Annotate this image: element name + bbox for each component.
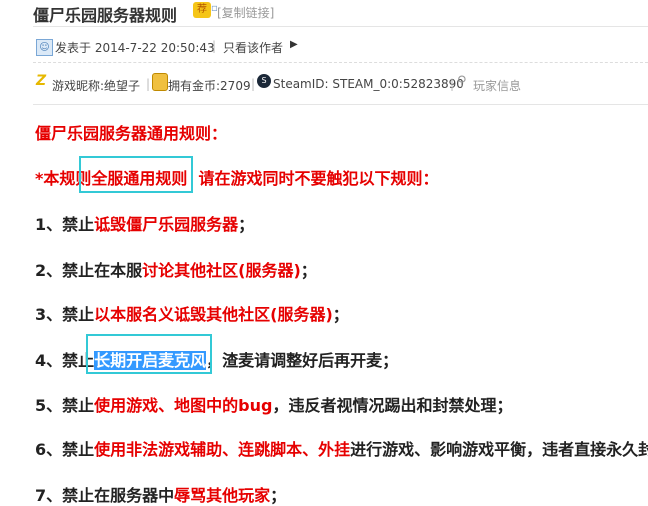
rule-keyword: 使用游戏、地图中的bug [94,396,273,415]
profile-separator: | [450,77,455,91]
rule-keyword: 以本服名义诋毁其他社区(服务器) [94,305,333,324]
rule-number: 3、禁止 [35,305,95,324]
rule-tail: ； [332,305,349,324]
meta-divider [33,62,648,63]
rule-number: 6、禁止 [35,440,95,459]
profile-separator: | [146,77,151,91]
coin-stack-icon [152,73,168,91]
title-divider [33,26,648,27]
search-icon: ⚲ [457,74,467,89]
rule-number: 1、禁止 [35,215,95,234]
rule-item: 2、禁止在本服讨论其他社区(服务器)； [35,257,317,281]
highlight-box [86,334,212,374]
intro-prefix: *本规 [35,169,76,188]
profile-divider [33,104,648,105]
game-nickname: 游戏昵称:绝望子 [52,79,141,93]
rule-item: 7、禁止在服务器中辱骂其他玩家； [35,482,286,506]
rule-keyword: 讨论其他社区(服务器) [142,261,301,280]
meta-separator: | [212,39,217,53]
rule-keyword: 诋毁僵尸乐园服务器 [94,215,239,234]
rule-number: 5、禁止 [35,396,95,415]
steam-id: SteamID: STEAM_0:0:52823890 [273,77,464,91]
author-avatar-icon[interactable]: ☺ [36,39,53,56]
nickname-icon: Z [36,73,47,89]
steam-icon: S [257,74,271,88]
copy-link-button[interactable]: [复制链接] [217,4,274,21]
author-only-link[interactable]: 只看该作者 [223,39,283,56]
rule-item: 5、禁止使用游戏、地图中的bug，违反者视情况踢出和封禁处理； [35,392,512,416]
thread-title: 僵尸乐园服务器规则 [33,6,178,25]
rule-tail: ，渣麦请调整好后再开麦； [206,351,399,370]
highlight-box [79,156,193,193]
recommended-badge-icon: 荐 [193,2,211,18]
profile-separator: | [251,77,256,91]
post-timestamp: 发表于 2014-7-22 20:50:43 [55,41,215,55]
rule-tail: ，违反者视情况踢出和封禁处理； [272,396,513,415]
rule-tail: ； [300,261,317,280]
rule-tail: ； [238,215,255,234]
rule-tail: ； [270,486,287,505]
player-info-link[interactable]: 玩家信息 [473,77,521,94]
rule-tail: 进行游戏、影响游戏平衡，违者直接永久封 [350,440,648,459]
coin-count: 拥有金币:2709 [168,79,251,93]
rule-number: 2、禁止在本服 [35,261,143,280]
intro-suffix: 请在游戏同时不要触犯以下规则： [187,169,439,188]
rules-heading: 僵尸乐园服务器通用规则： [35,124,228,143]
rule-keyword: 辱骂其他玩家 [174,486,271,505]
play-arrow-icon: ▶ [290,39,298,50]
rule-number: 7、禁止在服务器中 [35,486,175,505]
rule-item: 6、禁止使用非法游戏辅助、连跳脚本、外挂进行游戏、影响游戏平衡，违者直接永久封 [35,436,648,460]
rule-item: 3、禁止以本服名义诋毁其他社区(服务器)； [35,301,349,325]
rule-keyword: 使用非法游戏辅助、连跳脚本、外挂 [94,440,351,459]
rule-item: 1、禁止诋毁僵尸乐园服务器； [35,211,254,235]
